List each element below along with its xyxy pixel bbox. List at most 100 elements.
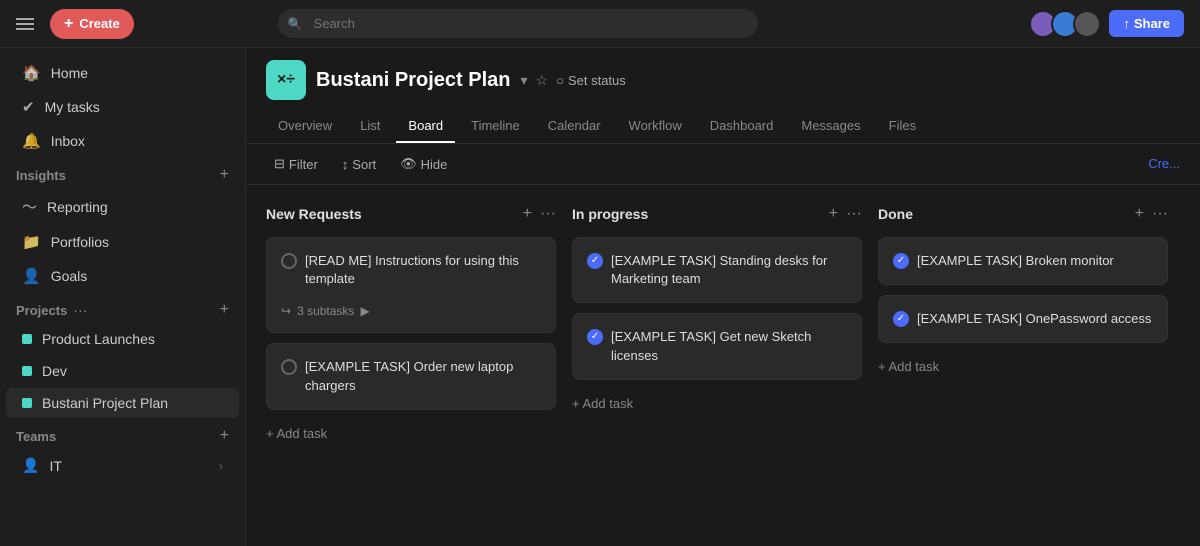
sidebar-item-dev[interactable]: Dev: [6, 356, 239, 386]
card-check-done-icon: ✓: [587, 329, 603, 345]
column-header-actions-done: + ···: [1135, 205, 1168, 223]
sidebar-item-bustani[interactable]: Bustani Project Plan: [6, 388, 239, 418]
sort-icon: ↕: [342, 157, 349, 172]
tab-board[interactable]: Board: [396, 110, 455, 143]
column-add-button-new-requests[interactable]: +: [523, 205, 532, 223]
main-content: ×÷ Bustani Project Plan ▾ ☆ ○ Set status…: [246, 48, 1200, 546]
column-more-button-done[interactable]: ···: [1152, 205, 1168, 223]
hide-button[interactable]: 👁 Hide: [392, 152, 455, 176]
projects-section-header: Projects ··· +: [0, 293, 245, 323]
column-add-button-in-progress[interactable]: +: [829, 205, 838, 223]
insights-add-button[interactable]: +: [220, 166, 229, 184]
project-dot-product-launches: [22, 334, 32, 344]
reporting-icon: 〜: [22, 196, 37, 217]
subtasks-icon: ↪: [281, 304, 291, 318]
sidebar-item-reporting[interactable]: 〜 Reporting: [6, 189, 239, 224]
project-header: ×÷ Bustani Project Plan ▾ ☆ ○ Set status…: [246, 48, 1200, 144]
sidebar: 🏠 Home ✔ My tasks 🔔 Inbox Insights + 〜 R…: [0, 48, 246, 546]
column-more-button-in-progress[interactable]: ···: [846, 205, 862, 223]
topbar-right: ↑ Share: [1029, 10, 1184, 38]
sidebar-item-portfolios[interactable]: 📁 Portfolios: [6, 226, 239, 258]
column-header-actions-in-progress: + ···: [829, 205, 862, 223]
goals-icon: 👤: [22, 267, 41, 285]
column-done: Done + ··· ✓ [EXAMPLE TASK] Broken monit…: [878, 201, 1168, 530]
hide-icon: 👁: [400, 156, 417, 172]
column-title-new-requests: New Requests: [266, 206, 362, 222]
sidebar-item-my-tasks[interactable]: ✔ My tasks: [6, 91, 239, 123]
check-icon: ✔: [22, 98, 35, 116]
project-dot-bustani: [22, 398, 32, 408]
card-5[interactable]: ✓ [EXAMPLE TASK] Broken monitor: [878, 237, 1168, 285]
card-check-done-icon: ✓: [893, 311, 909, 327]
bell-icon: 🔔: [22, 132, 41, 150]
project-icon: ×÷: [266, 60, 306, 100]
column-header-new-requests: New Requests + ···: [266, 201, 556, 227]
star-icon[interactable]: ☆: [536, 72, 549, 89]
menu-icon[interactable]: [16, 18, 34, 30]
board: New Requests + ··· [READ ME] Instruction…: [246, 185, 1200, 546]
play-icon: ▶: [360, 304, 369, 318]
tab-timeline[interactable]: Timeline: [459, 110, 532, 143]
tab-files[interactable]: Files: [877, 110, 928, 143]
home-icon: 🏠: [22, 64, 41, 82]
tab-messages[interactable]: Messages: [789, 110, 872, 143]
set-status[interactable]: ○ Set status: [556, 73, 626, 88]
card-check-done-icon: ✓: [893, 253, 909, 269]
card-6[interactable]: ✓ [EXAMPLE TASK] OnePassword access: [878, 295, 1168, 343]
filter-icon: ⊟: [274, 156, 285, 172]
teams-add-button[interactable]: +: [220, 427, 229, 445]
add-task-button-new-requests[interactable]: + Add task: [266, 420, 556, 447]
tab-workflow[interactable]: Workflow: [617, 110, 694, 143]
topbar: + Create ↑ Share: [0, 0, 1200, 48]
create-button[interactable]: + Create: [50, 9, 134, 39]
projects-more-button[interactable]: ···: [73, 302, 87, 318]
dropdown-button[interactable]: ▾: [521, 72, 528, 89]
column-add-button-done[interactable]: +: [1135, 205, 1144, 223]
card-1[interactable]: [READ ME] Instructions for using this te…: [266, 237, 556, 333]
column-more-button-new-requests[interactable]: ···: [540, 205, 556, 223]
card-2[interactable]: [EXAMPLE TASK] Order new laptop chargers: [266, 343, 556, 409]
circle-icon: ○: [556, 73, 564, 88]
column-new-requests: New Requests + ··· [READ ME] Instruction…: [266, 201, 556, 530]
avatar-group: [1029, 10, 1101, 38]
card-check-icon: [281, 253, 297, 269]
it-icon: 👤: [22, 457, 39, 474]
tab-overview[interactable]: Overview: [266, 110, 344, 143]
share-button[interactable]: ↑ Share: [1109, 10, 1184, 37]
insights-section-header: Insights +: [0, 158, 245, 188]
column-title-in-progress: In progress: [572, 206, 648, 222]
filter-button[interactable]: ⊟ Filter: [266, 152, 326, 176]
search-bar: [278, 9, 758, 38]
column-header-in-progress: In progress + ···: [572, 201, 862, 227]
project-title: Bustani Project Plan: [316, 69, 511, 92]
sidebar-item-inbox[interactable]: 🔔 Inbox: [6, 125, 239, 157]
card-4[interactable]: ✓ [EXAMPLE TASK] Get new Sketch licenses: [572, 313, 862, 379]
avatar: [1073, 10, 1101, 38]
share-icon: ↑: [1123, 16, 1130, 31]
sidebar-item-home[interactable]: 🏠 Home: [6, 57, 239, 89]
portfolios-icon: 📁: [22, 233, 41, 251]
tab-dashboard[interactable]: Dashboard: [698, 110, 786, 143]
column-header-done: Done + ···: [878, 201, 1168, 227]
tab-calendar[interactable]: Calendar: [536, 110, 613, 143]
card-3[interactable]: ✓ [EXAMPLE TASK] Standing desks for Mark…: [572, 237, 862, 303]
add-task-button-done[interactable]: + Add task: [878, 353, 1168, 380]
main-layout: 🏠 Home ✔ My tasks 🔔 Inbox Insights + 〜 R…: [0, 48, 1200, 546]
create-plus-icon: +: [64, 15, 73, 33]
it-chevron-icon: ›: [219, 459, 223, 473]
card-check-done-icon: ✓: [587, 253, 603, 269]
sidebar-item-it[interactable]: 👤 IT ›: [6, 450, 239, 481]
teams-section-header: Teams +: [0, 419, 245, 449]
sidebar-item-goals[interactable]: 👤 Goals: [6, 260, 239, 292]
tab-list[interactable]: List: [348, 110, 392, 143]
project-dot-dev: [22, 366, 32, 376]
add-task-button-in-progress[interactable]: + Add task: [572, 390, 862, 417]
sidebar-item-product-launches[interactable]: Product Launches: [6, 324, 239, 354]
sort-button[interactable]: ↕ Sort: [334, 153, 384, 176]
card-check-icon: [281, 359, 297, 375]
search-input[interactable]: [278, 9, 758, 38]
projects-add-button[interactable]: +: [220, 301, 229, 319]
project-title-actions: ▾ ☆ ○ Set status: [521, 72, 626, 89]
project-tabs: Overview List Board Timeline Calendar Wo…: [266, 110, 1180, 143]
column-header-actions: + ···: [523, 205, 556, 223]
